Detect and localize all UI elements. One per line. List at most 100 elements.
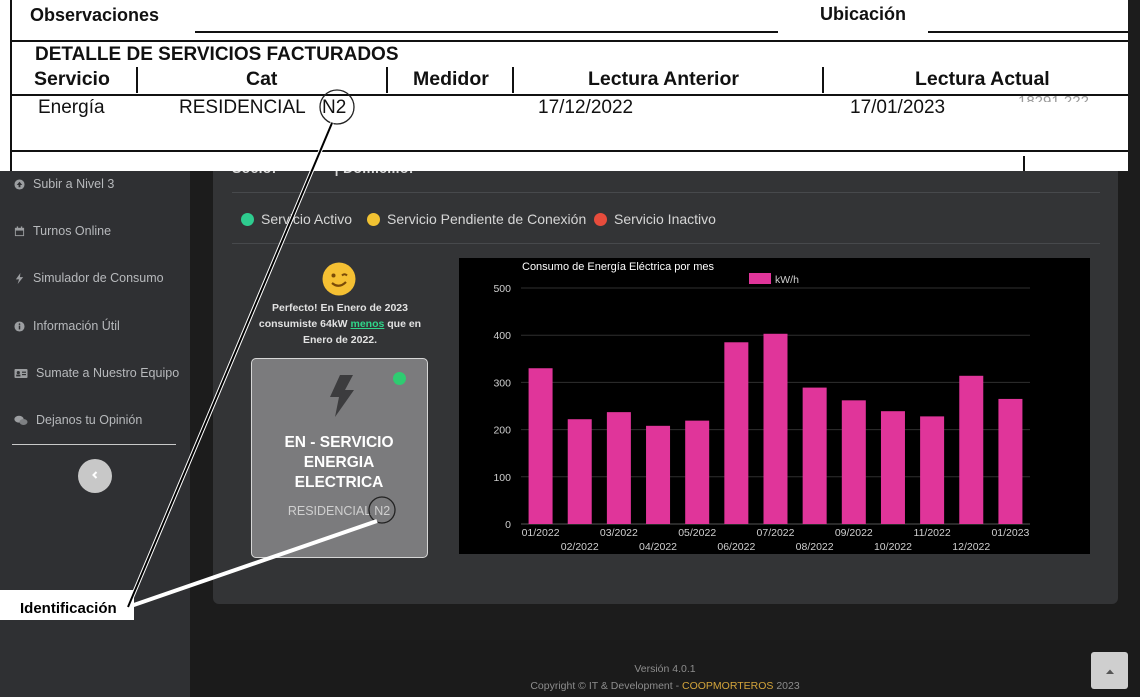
invoice-header-lectura-actual: Lectura Actual [915, 68, 1050, 90]
invoice-col-sep [1023, 156, 1025, 171]
sidebar-collapse-button[interactable] [78, 459, 112, 493]
invoice-border [10, 0, 12, 150]
x-tick-label: 06/2022 [717, 541, 755, 553]
footer-brand-link[interactable]: COOPMORTEROS [682, 680, 773, 692]
smiley-icon [322, 262, 356, 296]
service-category: RESIDENCIAL N2 [287, 504, 391, 518]
chart-bar[interactable] [763, 333, 788, 524]
divider [232, 243, 1100, 244]
sidebar-item-turnos[interactable]: Turnos Online [14, 221, 111, 241]
invoice-ubicacion: Ubicación [820, 4, 907, 24]
invoice-col-sep [822, 67, 824, 93]
chart-bar[interactable] [998, 398, 1023, 524]
caret-up-icon [1105, 662, 1115, 680]
sidebar-item-opinion[interactable]: Dejanos tu Opinión [14, 410, 142, 430]
status-dot-inactive [594, 212, 607, 226]
invoice-excerpt: Observaciones Ubicación DETALLE DE SERVI… [0, 0, 1128, 171]
id-card-icon [14, 368, 28, 379]
chart-bar[interactable] [841, 400, 866, 524]
footer-copyright: Copyright © IT & Development - COOPMORTE… [190, 680, 1140, 692]
invoice-rule [10, 40, 1128, 42]
legend-swatch [749, 273, 771, 284]
invoice-observaciones: Observaciones [30, 5, 160, 25]
status-dot-active [393, 372, 406, 385]
invoice-cell-lectura-anterior: 17/12/2022 [538, 97, 634, 118]
invoice-rule [928, 31, 1128, 33]
sidebar-item-label: Simulador de Consumo [33, 271, 164, 285]
sidebar-item-label: Sumate a Nuestro Equipo [36, 366, 180, 380]
chart-bar[interactable] [685, 420, 710, 524]
legend-label: Servicio Activo [261, 211, 353, 227]
x-tick-label: 02/2022 [561, 541, 599, 553]
legend-inactive: Servicio Inactivo [594, 211, 716, 227]
invoice-border [10, 150, 12, 171]
service-card[interactable]: EN - SERVICIO ENERGIA ELECTRICA RESIDENC… [251, 358, 428, 558]
chart-x-labels: 01/202202/202203/202204/202205/202206/20… [522, 527, 1030, 553]
invoice-col-sep [136, 67, 138, 93]
consumption-message: Perfecto! En Enero de 2023 consumiste 64… [254, 300, 426, 348]
sidebar-item-informacion[interactable]: Información Útil [14, 316, 120, 336]
x-tick-label: 10/2022 [874, 541, 912, 553]
sidebar-item-label: Turnos Online [33, 224, 112, 238]
bolt-icon [326, 375, 356, 417]
x-tick-label: 01/2023 [991, 527, 1029, 539]
chevron-left-icon [90, 467, 100, 485]
x-tick-label: 09/2022 [835, 527, 873, 539]
invoice-cell-cat-code: N2 [322, 97, 347, 118]
invoice-cell-servicio: Energía [38, 97, 105, 118]
scroll-top-button[interactable] [1091, 652, 1128, 689]
x-tick-label: 04/2022 [639, 541, 677, 553]
chart-svg: Consumo de Energía Eléctrica por mes kW/… [493, 261, 1030, 553]
calendar-icon [14, 225, 25, 237]
chart-legend-label: kW/h [775, 274, 799, 286]
invoice-header-servicio: Servicio [34, 68, 110, 90]
invoice-rule [10, 94, 1128, 96]
x-tick-label: 12/2022 [952, 541, 990, 553]
invoice-section-title: DETALLE DE SERVICIOS FACTURADOS [35, 44, 399, 65]
circle-arrow-icon [14, 178, 25, 190]
x-tick-label: 05/2022 [678, 527, 716, 539]
invoice-header-lectura-anterior: Lectura Anterior [588, 68, 739, 90]
divider [232, 192, 1100, 193]
sidebar-item-label: Subir a Nivel 3 [33, 177, 115, 191]
chart-bar[interactable] [606, 412, 631, 524]
annotation-label: Identificación [18, 600, 119, 617]
info-icon [14, 320, 25, 332]
invoice-cell-lectura-actual: 17/01/2023 [850, 97, 946, 118]
invoice-header-medidor: Medidor [413, 68, 489, 90]
chart-bar[interactable] [528, 368, 553, 524]
footer: Versión 4.0.1 Copyright © IT & Developme… [190, 640, 1140, 697]
chart-bar[interactable] [802, 387, 827, 524]
x-tick-label: 07/2022 [757, 527, 795, 539]
invoice-rule [10, 150, 1128, 152]
copyright-text: Copyright © IT & Development - [530, 680, 682, 692]
y-tick-label: 100 [493, 472, 511, 484]
x-tick-label: 01/2022 [522, 527, 560, 539]
chart-bar[interactable] [880, 411, 905, 524]
sidebar-item-label: Información Útil [33, 319, 120, 333]
invoice-cell-cat: RESIDENCIAL [179, 97, 306, 118]
y-tick-label: 500 [493, 283, 511, 295]
chart-bar[interactable] [920, 416, 945, 524]
sidebar-item-sumate[interactable]: Sumate a Nuestro Equipo [14, 363, 179, 383]
x-tick-label: 03/2022 [600, 527, 638, 539]
invoice-col-sep [386, 67, 388, 93]
sidebar-item-subir-nivel[interactable]: Subir a Nivel 3 [14, 174, 114, 194]
copyright-year: 2023 [773, 680, 800, 692]
chart-bar[interactable] [959, 375, 984, 524]
message-link[interactable]: menos [351, 318, 385, 330]
legend-pending: Servicio Pendiente de Conexión [367, 211, 586, 227]
sidebar-item-label: Dejanos tu Opinión [36, 413, 143, 427]
chart-bar[interactable] [646, 425, 671, 524]
legend-label: Servicio Pendiente de Conexión [387, 211, 587, 227]
status-dot-pending [367, 212, 380, 226]
sidebar-item-simulador[interactable]: Simulador de Consumo [14, 268, 164, 288]
invoice-col-sep [512, 67, 514, 93]
chart-bar[interactable] [724, 342, 749, 524]
comments-icon [14, 415, 28, 426]
status-dot-active [241, 212, 254, 226]
bolt-icon [14, 272, 25, 284]
chart-bars [528, 333, 1023, 524]
legend-label: Servicio Inactivo [614, 211, 716, 227]
chart-bar[interactable] [567, 419, 592, 524]
